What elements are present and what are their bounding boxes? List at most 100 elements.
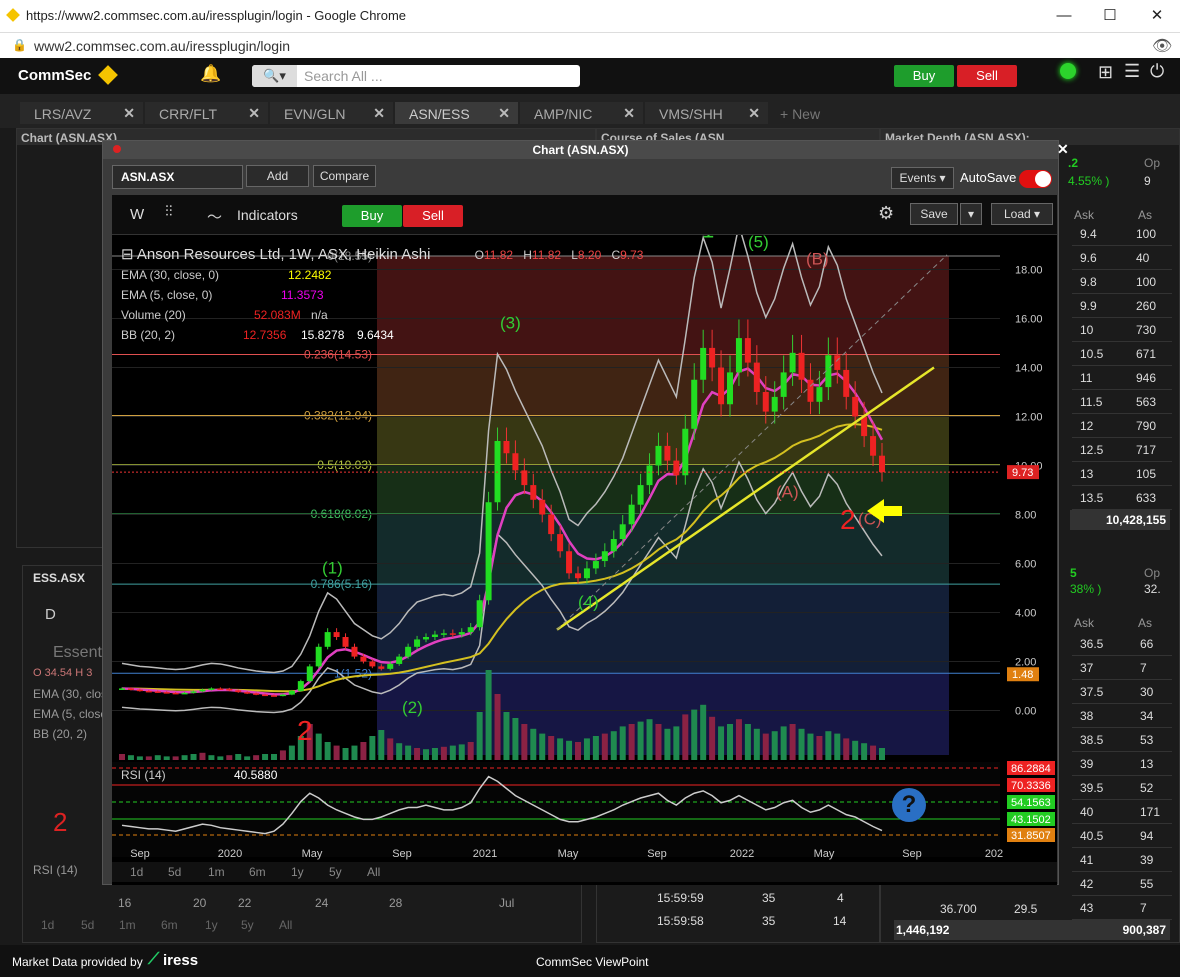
url-text[interactable]: www2.commsec.com.au/iressplugin/login <box>34 38 290 54</box>
depth-row[interactable]: 9.9 260 <box>1072 294 1172 318</box>
depth-row[interactable]: 12.5 717 <box>1072 438 1172 462</box>
depth-row[interactable]: 40 171 <box>1072 800 1172 824</box>
events-button[interactable]: Events ▾ <box>891 167 954 189</box>
tab-crr-flt[interactable]: CRR/FLT ✕ <box>145 102 268 124</box>
close-tab-icon[interactable]: ✕ <box>748 105 760 122</box>
ess-range-5y[interactable]: 5y <box>241 918 254 932</box>
depth-row[interactable]: 38.5 53 <box>1072 728 1172 752</box>
depth-row[interactable]: 9.6 40 <box>1072 246 1172 270</box>
depth-row[interactable]: 12 790 <box>1072 414 1172 438</box>
range-button-1m[interactable]: 1m <box>208 865 225 879</box>
search-input[interactable]: Search All ... <box>304 68 383 84</box>
depth-row[interactable]: 37.5 30 <box>1072 680 1172 704</box>
tab-asn-ess[interactable]: ASN/ESS ✕ <box>395 102 518 124</box>
tab-evn-gln[interactable]: EVN/GLN ✕ <box>270 102 393 124</box>
collapse-icon[interactable]: ⊟ <box>121 246 134 263</box>
compare-button[interactable]: Compare <box>313 165 376 187</box>
chart-sell-button[interactable]: Sell <box>403 205 463 227</box>
depth-row[interactable]: 13.5 633 <box>1072 486 1172 510</box>
tab-lrs-avz[interactable]: LRS/AVZ ✕ <box>20 102 143 124</box>
ess-range-5d[interactable]: 5d <box>81 918 94 932</box>
ess-period[interactable]: D <box>45 606 56 623</box>
depth-row[interactable]: 39 13 <box>1072 752 1172 776</box>
fib-label: 0.236(14.53) <box>304 348 372 362</box>
eye-icon[interactable]: 👁 <box>1152 36 1172 56</box>
close-tab-icon[interactable]: ✕ <box>623 105 635 122</box>
search-icon[interactable]: 🔍▾ <box>252 65 297 87</box>
wave-label: (3) <box>500 313 521 332</box>
minimize-icon[interactable]: — <box>1052 4 1076 28</box>
iress-brand: iress <box>163 952 199 969</box>
sell-button[interactable]: Sell <box>957 65 1017 87</box>
range-button-all[interactable]: All <box>367 865 380 879</box>
ess-range-6m[interactable]: 6m <box>161 918 178 932</box>
depth-row[interactable]: 11 946 <box>1072 366 1172 390</box>
depth-row[interactable]: 40.5 94 <box>1072 824 1172 848</box>
indicators-icon[interactable]: 〜 <box>207 206 222 227</box>
range-button-1y[interactable]: 1y <box>291 865 304 879</box>
candle-body <box>718 367 725 405</box>
address-bar[interactable]: 🔒 www2.commsec.com.au/iressplugin/login … <box>0 32 1180 58</box>
tab-amp-nic[interactable]: AMP/NIC ✕ <box>520 102 643 124</box>
close-tab-icon[interactable]: ✕ <box>248 105 260 122</box>
range-button-5y[interactable]: 5y <box>329 865 342 879</box>
save-dropdown-icon[interactable]: ▾ <box>960 203 982 225</box>
depth-row[interactable]: 9.8 100 <box>1072 270 1172 294</box>
search-box[interactable]: 🔍▾ Search All ... <box>252 65 580 87</box>
ess-range-1y[interactable]: 1y <box>205 918 218 932</box>
new-tab-button[interactable]: + New <box>780 106 820 122</box>
autosave-toggle[interactable] <box>1019 170 1052 188</box>
range-button-6m[interactable]: 6m <box>249 865 266 879</box>
save-button[interactable]: Save <box>910 203 958 225</box>
buy-button[interactable]: Buy <box>894 65 954 87</box>
legend-ema30: EMA (30, close, 0) 12.2482 <box>121 268 331 282</box>
chart-window-title[interactable]: Chart (ASN.ASX) <box>103 141 1058 159</box>
depth-row[interactable]: 43 7 <box>1072 896 1172 920</box>
depth-row[interactable]: 36.5 66 <box>1072 632 1172 656</box>
bell-icon[interactable]: 🔔 <box>200 64 221 84</box>
add-button[interactable]: Add <box>246 165 309 187</box>
depth-ask-size: 55 <box>1140 877 1154 891</box>
volume-bar <box>718 726 725 760</box>
depth-row[interactable]: 13 105 <box>1072 462 1172 486</box>
depth-row[interactable]: 37 7 <box>1072 656 1172 680</box>
depth-ask-size: 7 <box>1140 901 1147 915</box>
depth-row[interactable]: 41 39 <box>1072 848 1172 872</box>
depth-row[interactable]: 42 55 <box>1072 872 1172 896</box>
depth-row[interactable]: 39.5 52 <box>1072 776 1172 800</box>
power-icon[interactable]: ⏻ <box>1150 61 1164 82</box>
tab-vms-shh[interactable]: VMS/SHH ✕ <box>645 102 768 124</box>
load-button[interactable]: Load ▾ <box>991 203 1053 225</box>
ess-range-1d[interactable]: 1d <box>41 918 54 932</box>
ess-rsi: RSI (14) <box>33 863 78 877</box>
close-window-icon[interactable]: ✕ <box>1145 4 1169 28</box>
ess-range-1m[interactable]: 1m <box>119 918 136 932</box>
close-chart-icon[interactable]: ✕ <box>1057 141 1069 158</box>
volume-bar <box>494 694 501 760</box>
settings-gear-icon[interactable]: ⚙ <box>878 203 894 224</box>
range-button-1d[interactable]: 1d <box>130 865 143 879</box>
volume-bar <box>467 742 474 760</box>
close-tab-icon[interactable]: ✕ <box>498 105 510 122</box>
depth-row[interactable]: 11.5 563 <box>1072 390 1172 414</box>
candle-type-icon[interactable]: ⫶⫶ <box>165 203 173 220</box>
depth-row[interactable]: 9.4 100 <box>1072 222 1172 246</box>
symbol-input[interactable]: ASN.ASX <box>112 165 243 189</box>
candle-body <box>861 416 868 437</box>
ema5-value: 11.3573 <box>281 288 324 302</box>
menu-icon[interactable]: ☰ <box>1124 61 1140 82</box>
depth-row[interactable]: 38 34 <box>1072 704 1172 728</box>
maximize-icon[interactable]: ☐ <box>1098 4 1122 28</box>
depth-row[interactable]: 10.5 671 <box>1072 342 1172 366</box>
close-tab-icon[interactable]: ✕ <box>123 105 135 122</box>
chart-buy-button[interactable]: Buy <box>342 205 402 227</box>
close-tab-icon[interactable]: ✕ <box>373 105 385 122</box>
indicators-button[interactable]: Indicators <box>237 207 298 223</box>
period-button[interactable]: W <box>130 206 144 223</box>
depth-row[interactable]: 10 730 <box>1072 318 1172 342</box>
candle-body <box>682 428 689 476</box>
range-button-5d[interactable]: 5d <box>168 865 181 879</box>
add-icon[interactable]: ⊞ <box>1098 62 1113 83</box>
ess-range-all[interactable]: All <box>279 918 292 932</box>
help-icon[interactable]: ? <box>892 788 926 822</box>
